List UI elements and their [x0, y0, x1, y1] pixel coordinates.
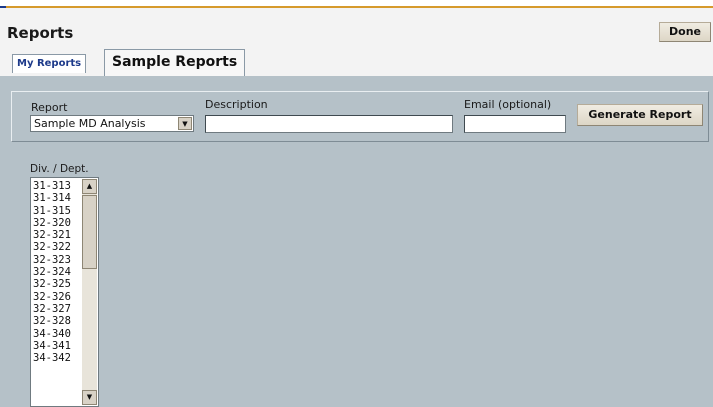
- list-item[interactable]: 32-326: [33, 291, 83, 303]
- list-scrollbar[interactable]: ▲ ▼: [82, 179, 97, 405]
- tab-sample-reports[interactable]: Sample Reports: [104, 49, 246, 76]
- done-button[interactable]: Done: [659, 22, 711, 42]
- list-item[interactable]: 34-341: [33, 340, 83, 352]
- page-title: Reports: [7, 24, 74, 42]
- list-item[interactable]: 32-320: [33, 217, 83, 229]
- header-bar: [0, 8, 713, 46]
- scroll-up-icon[interactable]: ▲: [82, 179, 97, 194]
- list-item[interactable]: 34-340: [33, 328, 83, 340]
- report-label: Report: [31, 101, 68, 114]
- tab-my-reports[interactable]: My Reports: [12, 54, 87, 73]
- list-item[interactable]: 31-313: [33, 180, 83, 192]
- list-item[interactable]: 32-322: [33, 241, 83, 253]
- div-dept-list: 31-313 31-314 31-315 32-320 32-321 32-322 32-3…: [33, 180, 83, 364]
- list-item[interactable]: 32-327: [33, 303, 83, 315]
- report-select-value: Sample MD Analysis: [34, 117, 146, 130]
- list-item[interactable]: 31-314: [33, 192, 83, 204]
- report-select[interactable]: Sample MD Analysis ▼: [30, 115, 194, 132]
- div-dept-listbox[interactable]: 31-313 31-314 31-315 32-320 32-321 32-322 32-3…: [30, 177, 99, 407]
- chevron-down-icon[interactable]: ▼: [178, 117, 192, 130]
- list-item[interactable]: 32-321: [33, 229, 83, 241]
- description-label: Description: [205, 98, 268, 111]
- list-item[interactable]: 32-328: [33, 315, 83, 327]
- list-item[interactable]: 34-342: [33, 352, 83, 364]
- list-item[interactable]: 32-324: [33, 266, 83, 278]
- generate-report-button[interactable]: Generate Report: [577, 104, 703, 126]
- list-item[interactable]: 32-325: [33, 278, 83, 290]
- list-item[interactable]: 32-323: [33, 254, 83, 266]
- scroll-down-icon[interactable]: ▼: [82, 390, 97, 405]
- email-field[interactable]: [464, 115, 566, 133]
- scroll-thumb[interactable]: [82, 195, 97, 269]
- email-label: Email (optional): [464, 98, 552, 111]
- description-field[interactable]: [205, 115, 453, 133]
- list-item[interactable]: 31-315: [33, 205, 83, 217]
- div-dept-label: Div. / Dept.: [30, 163, 89, 175]
